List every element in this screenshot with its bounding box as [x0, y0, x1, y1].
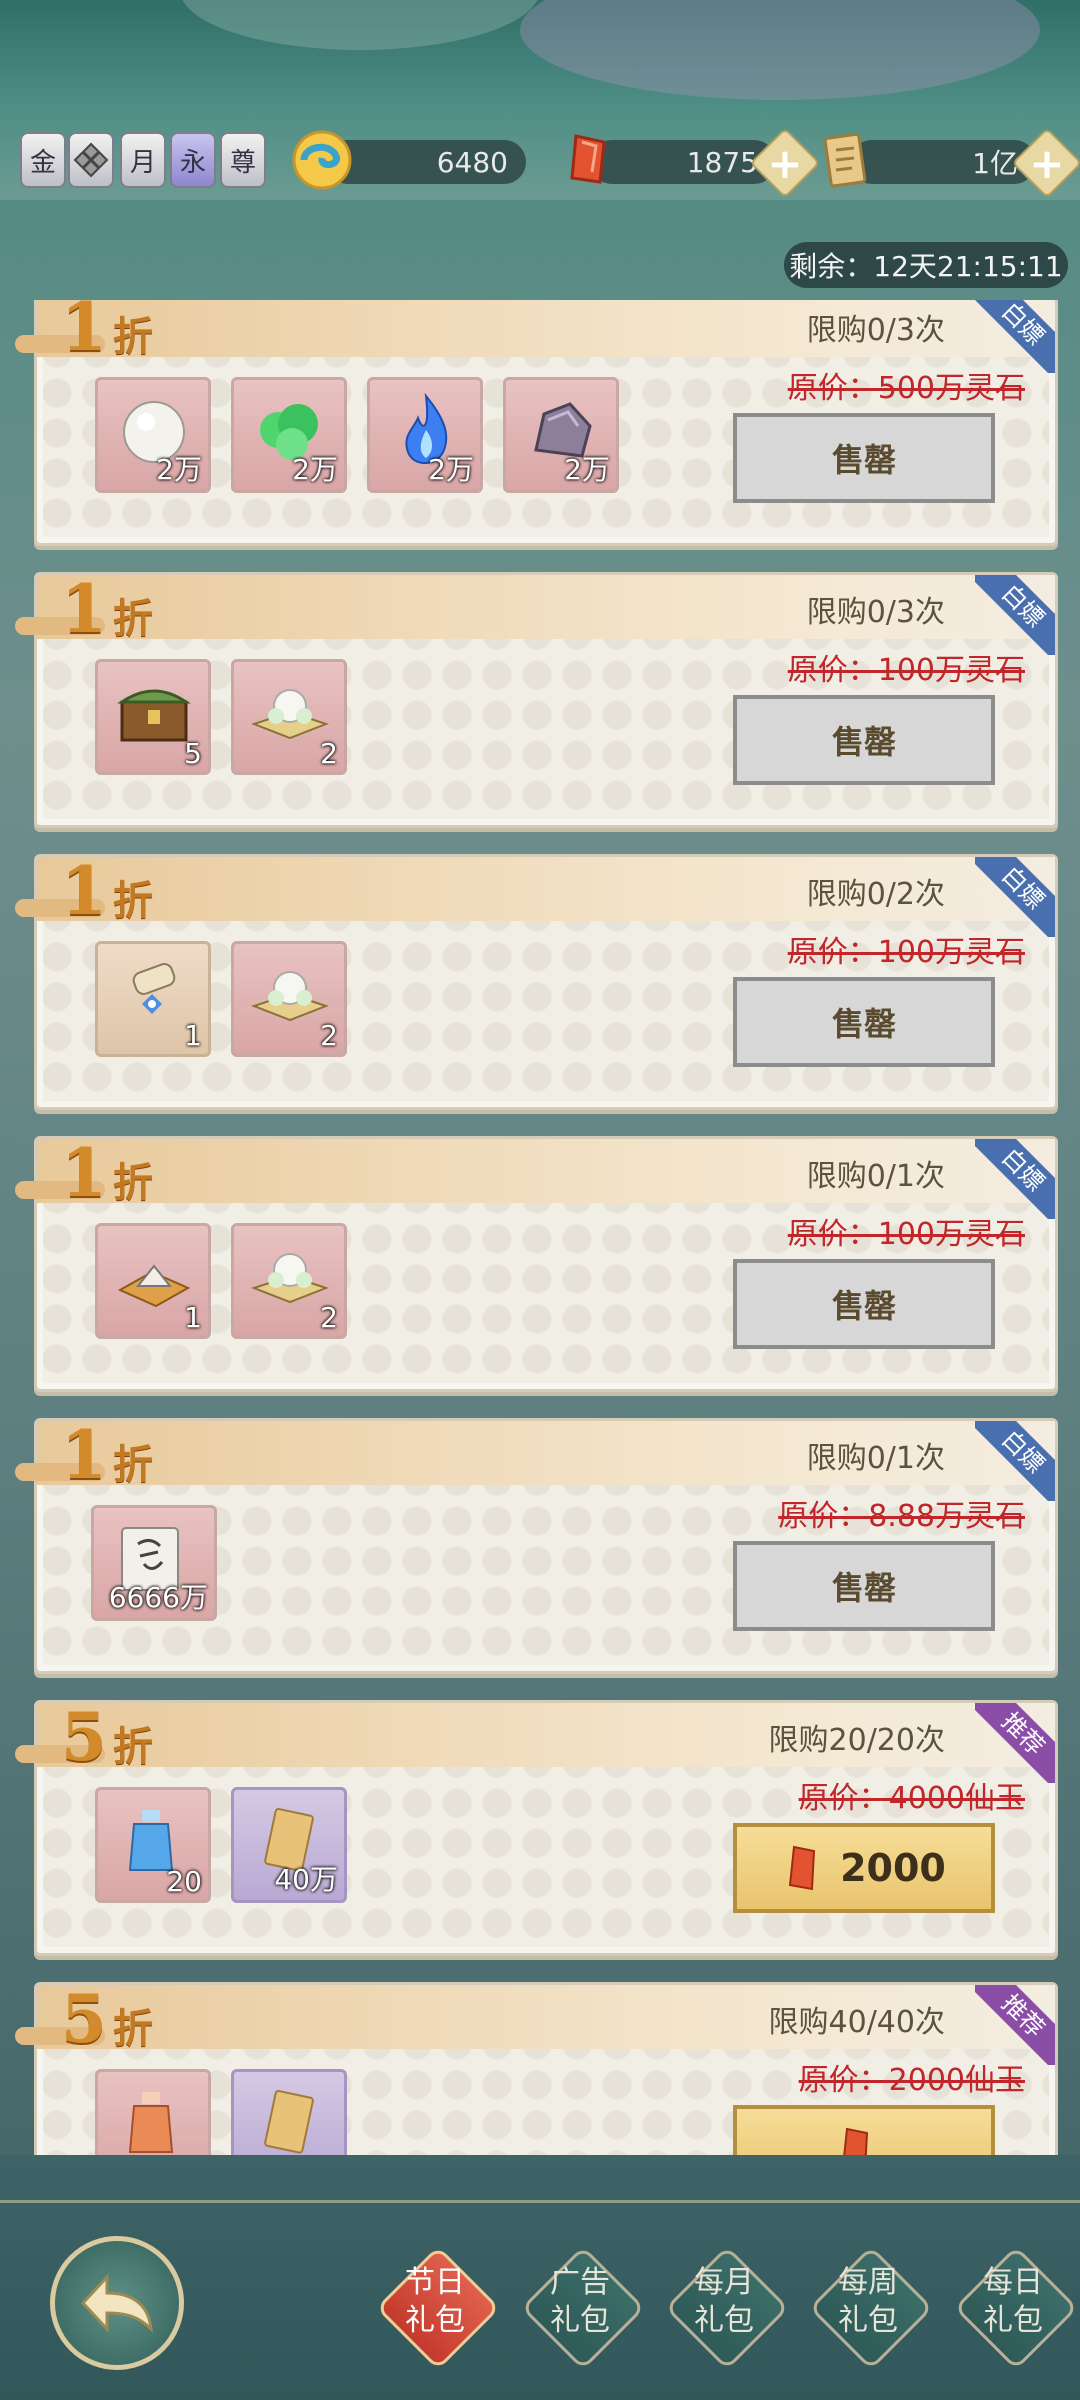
purchase-limit: 限购0/1次 [806, 1159, 945, 1194]
original-price: 原价：100万灵石 [787, 935, 1025, 970]
discount-label: 1折 [61, 1416, 153, 1494]
reward-item[interactable]: 6666万 [91, 1505, 217, 1621]
vip-badge-forever[interactable]: 永 [170, 132, 216, 188]
reward-item[interactable]: 1 [95, 1223, 211, 1339]
sold-out-button[interactable]: 售罄 [733, 977, 995, 1067]
tab-label: 广告 礼包 [550, 2265, 610, 2338]
corner-tag: 白嫖 [975, 575, 1055, 655]
plus-icon: + [1029, 138, 1065, 188]
scroll-ticket-icon [823, 132, 867, 188]
corner-tag: 推荐 [975, 1985, 1055, 2065]
back-button[interactable] [50, 2236, 184, 2370]
corner-tag: 白嫖 [975, 1139, 1055, 1219]
gold-card-icon [264, 2090, 314, 2154]
red-crystal-icon [570, 134, 606, 184]
sold-out-button[interactable]: 售罄 [733, 695, 995, 785]
tab-ad-pack[interactable]: 广告 礼包 [520, 2245, 646, 2371]
discount-label: 5折 [61, 1698, 153, 1776]
tab-label: 每日 礼包 [983, 2265, 1043, 2338]
gift-pack-card: 1折 限购0/2次 白嫖 原价：100万灵石 售罄 1 2 [15, 852, 1058, 1110]
vip-badge-gold[interactable]: 金 [20, 132, 66, 188]
gift-pack-card: 1折 限购0/1次 白嫖 原价：8.88万灵石 售罄 6666万 [15, 1416, 1058, 1674]
original-price: 原价：2000仙玉 [798, 2063, 1025, 2098]
purchase-limit: 限购0/3次 [806, 313, 945, 348]
orange-potion-icon [128, 2092, 174, 2153]
discount-label: 5折 [61, 1980, 153, 2058]
reward-item[interactable] [95, 2069, 211, 2155]
tab-label: 节日 礼包 [405, 2265, 465, 2338]
original-price: 原价：8.88万灵石 [778, 1499, 1025, 1534]
reward-item[interactable]: 2万 [367, 377, 483, 493]
tab-daily-pack[interactable]: 每日 礼包 [953, 2245, 1079, 2371]
jade-resource-counter: 6480 [326, 140, 526, 184]
reward-item[interactable]: 2 [231, 1223, 347, 1339]
reward-item[interactable]: 1 [95, 941, 211, 1057]
reward-item[interactable]: 2万 [231, 377, 347, 493]
reward-item[interactable]: 5 [95, 659, 211, 775]
corner-tag: 推荐 [975, 1703, 1055, 1783]
original-price: 原价：4000仙玉 [798, 1781, 1025, 1816]
gift-pack-card: 5折 限购40/40次 推荐 原价：2000仙玉 [15, 1980, 1058, 2155]
buy-button[interactable] [733, 2105, 995, 2155]
tab-monthly-pack[interactable]: 每月 礼包 [664, 2245, 790, 2371]
vip-badge-emblem[interactable] [68, 132, 114, 188]
original-price: 原价：100万灵石 [787, 1217, 1025, 1252]
reward-item[interactable]: 2 [231, 659, 347, 775]
purchase-limit: 限购20/20次 [768, 1723, 945, 1758]
sold-out-button[interactable]: 售罄 [733, 1541, 995, 1631]
red-crystal-icon [789, 1845, 816, 1891]
gift-pack-card: 1折 限购0/1次 白嫖 原价：100万灵石 售罄 1 2 [15, 1134, 1058, 1392]
jade-swirl-icon [292, 130, 352, 190]
discount-label: 1折 [61, 300, 153, 366]
tab-label: 每周 礼包 [838, 2265, 898, 2338]
back-arrow-icon [80, 2273, 153, 2333]
reward-item[interactable]: 2万 [503, 377, 619, 493]
cloud-decoration [180, 0, 540, 50]
gift-pack-card: 1折 限购0/3次 白嫖 原价：500万灵石 售罄 2万 2万 2万 2万 [15, 300, 1058, 546]
emblem-icon [73, 142, 109, 178]
reward-item[interactable]: 40万 [231, 1787, 347, 1903]
discount-label: 1折 [61, 570, 153, 648]
original-price: 原价：100万灵石 [787, 653, 1025, 688]
reward-item[interactable] [231, 2069, 347, 2155]
tab-weekly-pack[interactable]: 每周 礼包 [808, 2245, 934, 2371]
corner-tag: 白嫖 [975, 857, 1055, 937]
plus-icon: + [767, 138, 803, 188]
purchase-limit: 限购0/1次 [806, 1441, 945, 1476]
gift-pack-card: 5折 限购20/20次 推荐 原价：4000仙玉 2000 20 40万 [15, 1698, 1058, 1956]
reward-item[interactable]: 2万 [95, 377, 211, 493]
buy-button[interactable]: 2000 [733, 1823, 995, 1913]
discount-label: 1折 [61, 852, 153, 930]
original-price: 原价：500万灵石 [787, 371, 1025, 406]
tab-label: 每月 礼包 [694, 2265, 754, 2338]
gift-pack-list[interactable]: 1折 限购0/3次 白嫖 原价：500万灵石 售罄 2万 2万 2万 2万 1折… [0, 300, 1080, 2155]
purchase-limit: 限购0/3次 [806, 595, 945, 630]
discount-label: 1折 [61, 1134, 153, 1212]
sold-out-button[interactable]: 售罄 [733, 1259, 995, 1349]
reward-item[interactable]: 2 [231, 941, 347, 1057]
corner-tag: 白嫖 [975, 1421, 1055, 1501]
vip-badge-supreme[interactable]: 尊 [220, 132, 266, 188]
cloud-decoration [520, 0, 1040, 100]
remaining-time-badge: 剩余：12天21:15:11 [784, 242, 1068, 288]
vip-badge-month[interactable]: 月 [120, 132, 166, 188]
reward-item[interactable]: 20 [95, 1787, 211, 1903]
sold-out-button[interactable]: 售罄 [733, 413, 995, 503]
purchase-limit: 限购0/2次 [806, 877, 945, 912]
tab-festival-pack[interactable]: 节日 礼包 [375, 2245, 501, 2371]
gift-pack-card: 1折 限购0/3次 白嫖 原价：100万灵石 售罄 5 2 [15, 570, 1058, 828]
wave-divider [0, 2200, 1080, 2211]
purchase-limit: 限购40/40次 [768, 2005, 945, 2040]
red-crystal-icon [843, 2127, 869, 2155]
